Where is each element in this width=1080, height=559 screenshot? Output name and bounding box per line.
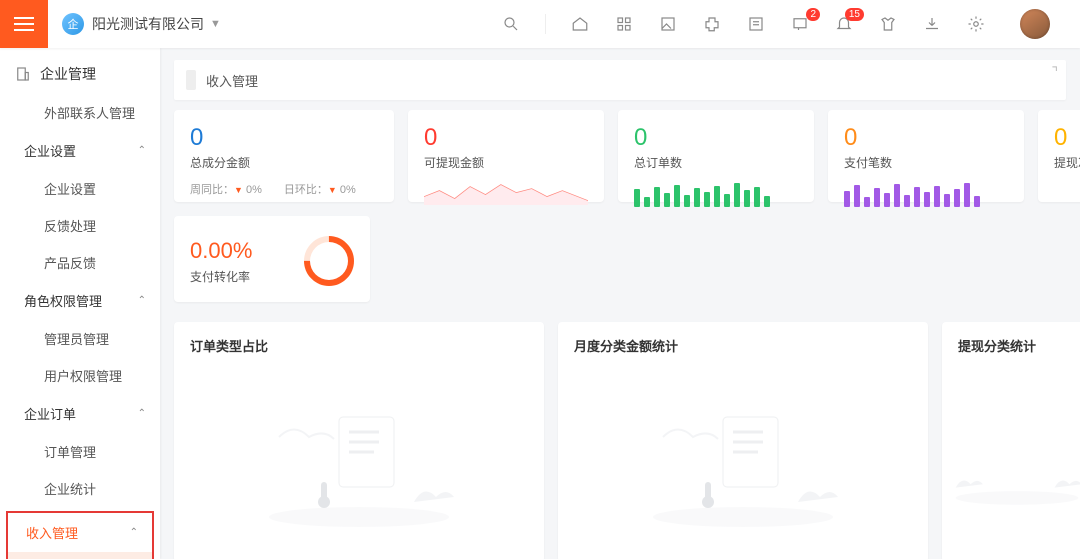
sidebar-item-income[interactable]: 收入管理 [8, 552, 152, 559]
empty-state-icon [174, 352, 544, 559]
tab-handle[interactable] [186, 70, 196, 90]
badge-message: 2 [806, 8, 820, 21]
sidebar-root-label: 企业管理 [40, 64, 96, 84]
menu-toggle-button[interactable] [0, 0, 48, 48]
sidebar-item-external-contacts[interactable]: 外部联系人管理 [0, 94, 160, 131]
rate-label: 支付转化率 [190, 268, 252, 285]
stat-withdrawals: 0 提现次数 [1038, 110, 1080, 202]
company-logo-icon: 企 [62, 13, 84, 35]
company-selector[interactable]: 企 阳光测试有限公司 ▼ [62, 13, 221, 35]
list-icon[interactable] [746, 14, 766, 34]
rate-card: 0.00% 支付转化率 [174, 216, 370, 302]
panel-month-amount: 月度分类金额统计 [558, 322, 928, 559]
gear-icon[interactable] [966, 14, 986, 34]
panel-withdraw-stats: 提现分类统计 [942, 322, 1080, 559]
sidebar-root[interactable]: 企业管理 [0, 60, 160, 94]
plugin-icon[interactable] [702, 14, 722, 34]
home-icon[interactable] [570, 14, 590, 34]
sidebar-item-enterprise-settings[interactable]: 企业设置 [0, 170, 160, 207]
stat-orders: 0 总订单数 [618, 110, 814, 202]
close-icon[interactable]: ⌝ [1051, 64, 1058, 81]
sidebar-group-income[interactable]: 收入管理⌃ [8, 513, 152, 552]
building-icon [14, 65, 32, 83]
sidebar-group-orders[interactable]: 企业订单⌃ [0, 394, 160, 433]
chevron-up-icon: ⌃ [138, 408, 146, 419]
sidebar-item-feedback[interactable]: 反馈处理 [0, 207, 160, 244]
sidebar-highlight: 收入管理⌃ 收入管理 [6, 511, 154, 559]
message-icon[interactable]: 2 [790, 14, 810, 34]
avatar[interactable] [1020, 9, 1050, 39]
stat-payments: 0 支付笔数 [828, 110, 1024, 202]
shirt-icon[interactable] [878, 14, 898, 34]
caret-down-icon: ▼ [210, 18, 221, 30]
apps-icon[interactable] [614, 14, 634, 34]
sparkline-bars-icon [634, 179, 798, 207]
stat-label: 总订单数 [634, 154, 798, 171]
main-content: 收入管理 ⌝ 0 总成分金额 周同比：▼ 0% 日环比：▼ 0% 0 可提现金额 [160, 48, 1080, 559]
panel-order-type: 订单类型占比 [174, 322, 544, 559]
sidebar-item-stats[interactable]: 企业统计 [0, 470, 160, 507]
badge-notify: 15 [845, 8, 864, 21]
stat-value: 0 [424, 124, 588, 152]
sidebar-group-roles[interactable]: 角色权限管理⌃ [0, 281, 160, 320]
chevron-up-icon: ⌃ [138, 295, 146, 306]
stat-value: 0 [190, 124, 378, 152]
sidebar-item-admin[interactable]: 管理员管理 [0, 320, 160, 357]
stat-label: 总成分金额 [190, 154, 378, 171]
stat-label: 支付笔数 [844, 154, 1008, 171]
sidebar-item-userperm[interactable]: 用户权限管理 [0, 357, 160, 394]
stat-value: 0 [634, 124, 798, 152]
chevron-up-icon: ⌃ [138, 145, 146, 156]
sparkline-area-icon [424, 177, 588, 205]
stat-value: 0 [1054, 124, 1080, 152]
search-icon[interactable] [501, 14, 521, 34]
topbar-icon-group: 2 15 [501, 9, 1050, 39]
bell-icon[interactable]: 15 [834, 14, 854, 34]
breadcrumb: 收入管理 ⌝ [174, 60, 1066, 100]
sidebar: 企业管理 外部联系人管理 企业设置⌃ 企业设置 反馈处理 产品反馈 角色权限管理… [0, 48, 160, 559]
sidebar-item-product-feedback[interactable]: 产品反馈 [0, 244, 160, 281]
topbar: 企 阳光测试有限公司 ▼ 2 15 [0, 0, 1080, 48]
sparkline-bars-icon [844, 179, 1008, 207]
chevron-up-icon: ⌃ [130, 527, 138, 538]
page-title: 收入管理 [206, 71, 258, 90]
stat-commission: 0 总成分金额 周同比：▼ 0% 日环比：▼ 0% [174, 110, 394, 202]
stat-label: 提现次数 [1054, 154, 1080, 171]
download-icon[interactable] [922, 14, 942, 34]
empty-state-icon [942, 352, 1080, 559]
stat-value: 0 [844, 124, 1008, 152]
progress-ring-icon [294, 226, 365, 297]
stat-withdrawable: 0 可提现金额 [408, 110, 604, 202]
rate-value: 0.00% [190, 238, 252, 264]
company-name: 阳光测试有限公司 [92, 14, 204, 34]
sidebar-group-enterprise-settings[interactable]: 企业设置⌃ [0, 131, 160, 170]
stat-label: 可提现金额 [424, 154, 588, 171]
empty-state-icon [558, 352, 928, 559]
sidebar-item-order[interactable]: 订单管理 [0, 433, 160, 470]
image-icon[interactable] [658, 14, 678, 34]
